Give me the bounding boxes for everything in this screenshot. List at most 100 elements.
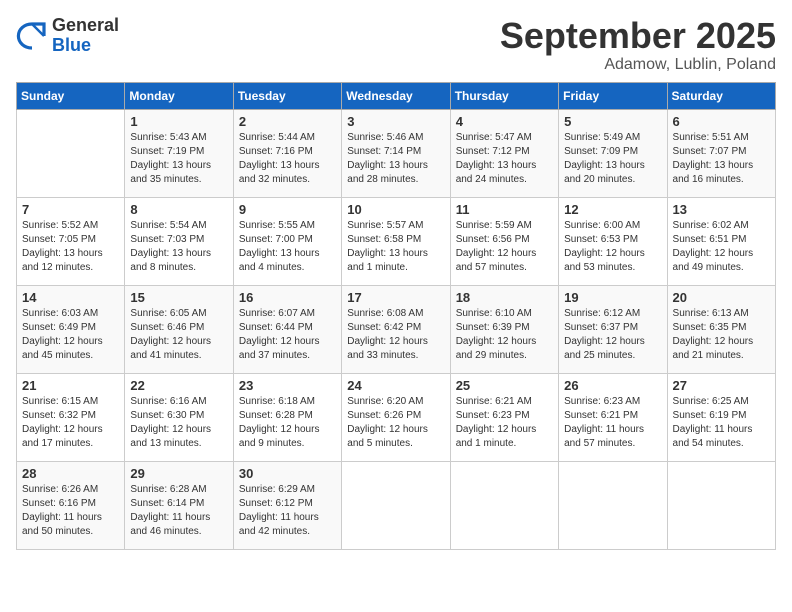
logo: General Blue: [16, 16, 119, 56]
day-info: Sunrise: 5:43 AMSunset: 7:19 PMDaylight:…: [130, 131, 227, 187]
header-day-tuesday: Tuesday: [233, 82, 341, 109]
calendar-cell: 19 Sunrise: 6:12 AMSunset: 6:37 PMDayligh…: [559, 285, 667, 373]
day-number: 5: [564, 114, 661, 129]
calendar-cell: [559, 461, 667, 549]
calendar-cell: 12 Sunrise: 6:00 AMSunset: 6:53 PMDayligh…: [559, 197, 667, 285]
day-info: Sunrise: 5:44 AMSunset: 7:16 PMDaylight:…: [239, 131, 336, 187]
calendar-cell: 26 Sunrise: 6:23 AMSunset: 6:21 PMDayligh…: [559, 373, 667, 461]
calendar-body: 1 Sunrise: 5:43 AMSunset: 7:19 PMDaylight…: [17, 109, 776, 549]
logo-blue: Blue: [52, 36, 119, 56]
logo-icon: [16, 20, 48, 52]
day-number: 27: [673, 378, 770, 393]
day-number: 25: [456, 378, 553, 393]
day-info: Sunrise: 6:21 AMSunset: 6:23 PMDaylight:…: [456, 395, 553, 451]
calendar-cell: 5 Sunrise: 5:49 AMSunset: 7:09 PMDaylight…: [559, 109, 667, 197]
day-number: 21: [22, 378, 119, 393]
calendar-cell: 11 Sunrise: 5:59 AMSunset: 6:56 PMDayligh…: [450, 197, 558, 285]
calendar-cell: 22Sunrise: 6:16 AMSunset: 6:30 PMDayligh…: [125, 373, 233, 461]
day-number: 3: [347, 114, 444, 129]
calendar-cell: 9 Sunrise: 5:55 AMSunset: 7:00 PMDaylight…: [233, 197, 341, 285]
calendar-cell: 25 Sunrise: 6:21 AMSunset: 6:23 PMDayligh…: [450, 373, 558, 461]
day-info: Sunrise: 6:02 AMSunset: 6:51 PMDaylight:…: [673, 219, 770, 275]
calendar-header-row: SundayMondayTuesdayWednesdayThursdayFrid…: [17, 82, 776, 109]
day-info: Sunrise: 5:49 AMSunset: 7:09 PMDaylight:…: [564, 131, 661, 187]
day-info: Sunrise: 6:23 AMSunset: 6:21 PMDaylight:…: [564, 395, 661, 451]
day-number: 8: [130, 202, 227, 217]
calendar-cell: [17, 109, 125, 197]
day-number: 11: [456, 202, 553, 217]
day-info: Sunrise: 6:29 AMSunset: 6:12 PMDaylight:…: [239, 483, 336, 539]
day-info: Sunrise: 6:20 AMSunset: 6:26 PMDaylight:…: [347, 395, 444, 451]
day-info: Sunrise: 5:55 AMSunset: 7:00 PMDaylight:…: [239, 219, 336, 275]
day-number: 26: [564, 378, 661, 393]
header-day-thursday: Thursday: [450, 82, 558, 109]
page-header: General Blue September 2025 Adamow, Lubl…: [16, 16, 776, 74]
header-day-friday: Friday: [559, 82, 667, 109]
day-number: 17: [347, 290, 444, 305]
calendar-cell: [450, 461, 558, 549]
day-info: Sunrise: 6:03 AMSunset: 6:49 PMDaylight:…: [22, 307, 119, 363]
calendar-week-1: 1 Sunrise: 5:43 AMSunset: 7:19 PMDaylight…: [17, 109, 776, 197]
day-info: Sunrise: 6:25 AMSunset: 6:19 PMDaylight:…: [673, 395, 770, 451]
day-number: 19: [564, 290, 661, 305]
calendar-cell: 14 Sunrise: 6:03 AMSunset: 6:49 PMDayligh…: [17, 285, 125, 373]
day-number: 12: [564, 202, 661, 217]
calendar-cell: 4Sunrise: 5:47 AMSunset: 7:12 PMDaylight…: [450, 109, 558, 197]
day-number: 2: [239, 114, 336, 129]
calendar-cell: 29 Sunrise: 6:28 AMSunset: 6:14 PMDayligh…: [125, 461, 233, 549]
day-number: 14: [22, 290, 119, 305]
day-number: 29: [130, 466, 227, 481]
day-info: Sunrise: 5:57 AMSunset: 6:58 PMDaylight:…: [347, 219, 444, 275]
day-info: Sunrise: 6:16 AMSunset: 6:30 PMDaylight:…: [130, 395, 227, 451]
header-day-wednesday: Wednesday: [342, 82, 450, 109]
calendar-cell: 16Sunrise: 6:07 AMSunset: 6:44 PMDayligh…: [233, 285, 341, 373]
day-info: Sunrise: 6:00 AMSunset: 6:53 PMDaylight:…: [564, 219, 661, 275]
day-info: Sunrise: 6:08 AMSunset: 6:42 PMDaylight:…: [347, 307, 444, 363]
calendar-week-2: 7Sunrise: 5:52 AMSunset: 7:05 PMDaylight…: [17, 197, 776, 285]
calendar-cell: 3 Sunrise: 5:46 AMSunset: 7:14 PMDaylight…: [342, 109, 450, 197]
calendar-cell: 7Sunrise: 5:52 AMSunset: 7:05 PMDaylight…: [17, 197, 125, 285]
day-number: 16: [239, 290, 336, 305]
day-info: Sunrise: 5:46 AMSunset: 7:14 PMDaylight:…: [347, 131, 444, 187]
day-number: 10: [347, 202, 444, 217]
header-day-saturday: Saturday: [667, 82, 775, 109]
header-day-monday: Monday: [125, 82, 233, 109]
calendar-cell: 10 Sunrise: 5:57 AMSunset: 6:58 PMDayligh…: [342, 197, 450, 285]
day-number: 15: [130, 290, 227, 305]
day-info: Sunrise: 6:18 AMSunset: 6:28 PMDaylight:…: [239, 395, 336, 451]
calendar-cell: 2 Sunrise: 5:44 AMSunset: 7:16 PMDaylight…: [233, 109, 341, 197]
day-info: Sunrise: 5:59 AMSunset: 6:56 PMDaylight:…: [456, 219, 553, 275]
logo-general: General: [52, 16, 119, 36]
day-info: Sunrise: 5:52 AMSunset: 7:05 PMDaylight:…: [22, 219, 119, 275]
logo-text: General Blue: [52, 16, 119, 56]
day-info: Sunrise: 6:15 AMSunset: 6:32 PMDaylight:…: [22, 395, 119, 451]
day-number: 13: [673, 202, 770, 217]
calendar-cell: 1 Sunrise: 5:43 AMSunset: 7:19 PMDaylight…: [125, 109, 233, 197]
day-number: 1: [130, 114, 227, 129]
day-number: 9: [239, 202, 336, 217]
calendar-cell: 20 Sunrise: 6:13 AMSunset: 6:35 PMDayligh…: [667, 285, 775, 373]
calendar-cell: 23 Sunrise: 6:18 AMSunset: 6:28 PMDayligh…: [233, 373, 341, 461]
calendar-cell: 8 Sunrise: 5:54 AMSunset: 7:03 PMDaylight…: [125, 197, 233, 285]
calendar-cell: 27 Sunrise: 6:25 AMSunset: 6:19 PMDayligh…: [667, 373, 775, 461]
day-number: 20: [673, 290, 770, 305]
calendar-cell: 24Sunrise: 6:20 AMSunset: 6:26 PMDayligh…: [342, 373, 450, 461]
day-number: 23: [239, 378, 336, 393]
calendar-cell: 28Sunrise: 6:26 AMSunset: 6:16 PMDayligh…: [17, 461, 125, 549]
day-info: Sunrise: 5:51 AMSunset: 7:07 PMDaylight:…: [673, 131, 770, 187]
header-day-sunday: Sunday: [17, 82, 125, 109]
calendar-week-3: 14 Sunrise: 6:03 AMSunset: 6:49 PMDayligh…: [17, 285, 776, 373]
calendar-cell: 17 Sunrise: 6:08 AMSunset: 6:42 PMDayligh…: [342, 285, 450, 373]
calendar-cell: 18Sunrise: 6:10 AMSunset: 6:39 PMDayligh…: [450, 285, 558, 373]
calendar-week-4: 21 Sunrise: 6:15 AMSunset: 6:32 PMDayligh…: [17, 373, 776, 461]
day-info: Sunrise: 6:12 AMSunset: 6:37 PMDaylight:…: [564, 307, 661, 363]
calendar-cell: 6 Sunrise: 5:51 AMSunset: 7:07 PMDaylight…: [667, 109, 775, 197]
calendar-table: SundayMondayTuesdayWednesdayThursdayFrid…: [16, 82, 776, 550]
day-info: Sunrise: 6:13 AMSunset: 6:35 PMDaylight:…: [673, 307, 770, 363]
day-info: Sunrise: 6:10 AMSunset: 6:39 PMDaylight:…: [456, 307, 553, 363]
day-info: Sunrise: 5:54 AMSunset: 7:03 PMDaylight:…: [130, 219, 227, 275]
calendar-cell: 21 Sunrise: 6:15 AMSunset: 6:32 PMDayligh…: [17, 373, 125, 461]
day-number: 6: [673, 114, 770, 129]
day-info: Sunrise: 6:28 AMSunset: 6:14 PMDaylight:…: [130, 483, 227, 539]
location: Adamow, Lublin, Poland: [500, 56, 776, 74]
